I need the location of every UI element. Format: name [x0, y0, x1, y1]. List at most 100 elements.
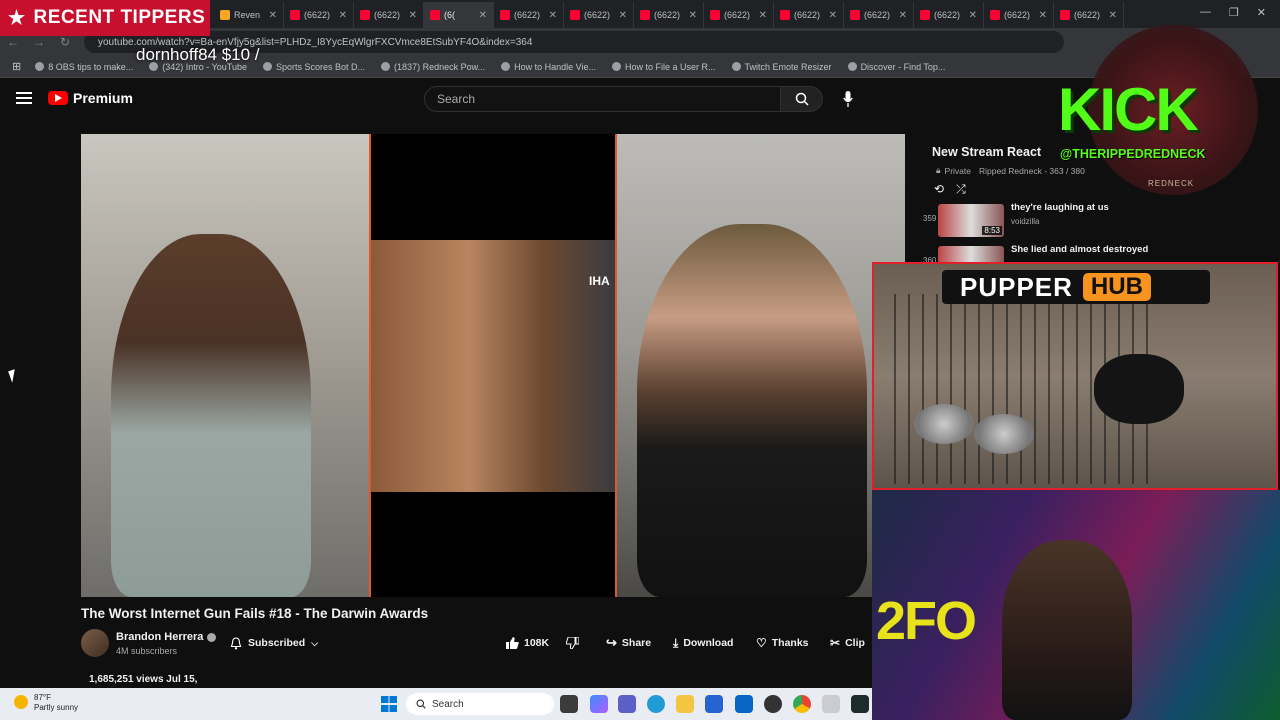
pupper-hub-banner: PUPPER HUB: [942, 270, 1210, 304]
bookmark-item[interactable]: Discover - Find Top...: [847, 62, 945, 72]
tab-favicon-icon: [710, 10, 720, 20]
apps-grid-icon[interactable]: ⊞: [12, 60, 21, 73]
bookmark-label: How to File a User R...: [625, 61, 716, 72]
bookmark-item[interactable]: Sports Scores Bot D...: [263, 62, 365, 72]
forward-icon[interactable]: →: [26, 35, 52, 49]
taskbar-search[interactable]: Search: [406, 693, 554, 715]
tab-close-icon[interactable]: ✕: [1109, 10, 1117, 21]
search-input[interactable]: Search: [424, 86, 781, 112]
bookmark-item[interactable]: How to File a User R...: [612, 62, 716, 72]
tab-close-icon[interactable]: ✕: [969, 10, 977, 21]
share-label: Share: [621, 637, 652, 649]
browser-tab[interactable]: (6622) ✕: [774, 2, 844, 28]
back-icon[interactable]: ←: [0, 35, 26, 49]
scissors-icon: ✂: [830, 636, 841, 650]
subscribed-button[interactable]: Subscribed ⌵: [222, 632, 326, 654]
share-icon: ↪: [606, 635, 617, 650]
playlist-item[interactable]: 359 8:53 they're laughing at us voidzilla: [922, 202, 1280, 238]
tab-close-icon[interactable]: ✕: [549, 10, 557, 21]
reload-icon[interactable]: ↻: [52, 35, 78, 49]
chevron-down-icon: ⌵: [311, 637, 319, 648]
tab-label: (6622): [724, 10, 751, 20]
tab-close-icon[interactable]: ✕: [899, 10, 907, 21]
outlook-icon[interactable]: [735, 695, 753, 713]
browser-tab[interactable]: (6622) ✕: [914, 2, 984, 28]
chrome-icon[interactable]: [793, 695, 811, 713]
clip-label: Clip: [845, 637, 865, 649]
host-right-figure: [637, 224, 867, 597]
app-icon[interactable]: [822, 695, 840, 713]
tab-favicon-icon: [1060, 10, 1070, 20]
tab-close-icon[interactable]: ✕: [1039, 10, 1047, 21]
dislike-button[interactable]: [566, 632, 579, 654]
shuffle-icon[interactable]: ⤮: [956, 182, 966, 197]
search-placeholder: Search: [437, 92, 476, 106]
browser-tab[interactable]: (6622) ✕: [844, 2, 914, 28]
tab-label: (6622): [514, 10, 541, 20]
minimize-icon[interactable]: —: [1200, 6, 1211, 19]
bookmark-item[interactable]: 8 OBS tips to make...: [35, 62, 133, 72]
neon-sign-text: 2FO: [876, 591, 977, 651]
task-view-icon[interactable]: [560, 695, 578, 713]
tab-favicon-icon: [430, 10, 440, 20]
tab-close-icon[interactable]: ✕: [339, 10, 347, 21]
kick-overlay: KICK @THERIPPEDREDNECK REDNECK: [1058, 25, 1280, 195]
restore-icon[interactable]: ❐: [1229, 6, 1239, 19]
bookmark-favicon-icon: [35, 62, 45, 71]
browser-tab[interactable]: (6622) ✕: [1054, 2, 1124, 28]
browser-tab[interactable]: (6622) ✕: [494, 2, 564, 28]
file-explorer-icon[interactable]: [676, 695, 694, 713]
microphone-button[interactable]: [838, 88, 858, 110]
copilot-icon[interactable]: [590, 695, 608, 713]
bookmark-favicon-icon: [381, 62, 391, 71]
tab-close-icon[interactable]: ✕: [479, 10, 487, 21]
video-left-panel: [81, 134, 369, 597]
browser-tab[interactable]: (6622) ✕: [634, 2, 704, 28]
search-button[interactable]: [781, 86, 823, 112]
clip-button[interactable]: ✂ Clip: [830, 632, 865, 654]
video-player[interactable]: IHA: [81, 134, 905, 597]
channel-avatar[interactable]: [81, 629, 109, 657]
bookmark-label: Sports Scores Bot D...: [276, 61, 366, 72]
bookmark-item[interactable]: Twitch Emote Resizer: [731, 62, 832, 72]
windows-start-icon[interactable]: [381, 696, 397, 712]
browser-tab[interactable]: (6622) ✕: [564, 2, 634, 28]
loop-icon[interactable]: ⟲: [934, 182, 944, 197]
download-button[interactable]: ⤓ Download: [673, 632, 733, 654]
bookmark-item[interactable]: (1837) Redneck Pow...: [381, 62, 485, 72]
tab-close-icon[interactable]: ✕: [619, 10, 627, 21]
bookmark-favicon-icon: [731, 62, 741, 71]
channel-name-link[interactable]: Brandon Herrera: [116, 631, 217, 643]
browser-tab[interactable]: (6622) ✕: [284, 2, 354, 28]
tab-close-icon[interactable]: ✕: [409, 10, 417, 21]
tab-label: (6622): [1004, 10, 1031, 20]
menu-icon[interactable]: [16, 92, 32, 104]
youtube-logo[interactable]: Premium: [48, 90, 133, 106]
playlist-item-channel: voidzilla: [1011, 217, 1040, 226]
close-window-icon[interactable]: ✕: [1257, 6, 1266, 19]
browser-tab[interactable]: (6622) ✕: [984, 2, 1054, 28]
tab-close-icon[interactable]: ✕: [269, 10, 277, 21]
tab-label: (6(: [444, 10, 455, 20]
bookmark-favicon-icon: [263, 62, 272, 71]
tab-close-icon[interactable]: ✕: [689, 10, 697, 21]
browser-tab[interactable]: Reven ✕: [214, 2, 284, 28]
bookmark-item[interactable]: How to Handle Vie...: [501, 62, 596, 72]
like-button[interactable]: 108K: [506, 632, 549, 654]
tab-close-icon[interactable]: ✕: [759, 10, 767, 21]
weather-widget[interactable]: 87°F Partly sunny: [14, 693, 78, 713]
browser-tab[interactable]: (6( ✕: [424, 2, 494, 28]
edge-icon[interactable]: [647, 695, 665, 713]
terminal-icon[interactable]: [851, 695, 869, 713]
obs-icon[interactable]: [764, 695, 782, 713]
bookmark-favicon-icon: [612, 62, 621, 71]
tab-close-icon[interactable]: ✕: [829, 10, 837, 21]
playlist-title[interactable]: New Stream React: [932, 145, 1041, 159]
browser-tab[interactable]: (6622) ✕: [704, 2, 774, 28]
store-icon[interactable]: [705, 695, 723, 713]
browser-tab[interactable]: (6622) ✕: [354, 2, 424, 28]
share-button[interactable]: ↪ Share: [606, 632, 651, 654]
thanks-button[interactable]: ♡ Thanks: [756, 632, 809, 654]
teams-icon[interactable]: [618, 695, 636, 713]
channel-name: Brandon Herrera: [116, 631, 204, 643]
